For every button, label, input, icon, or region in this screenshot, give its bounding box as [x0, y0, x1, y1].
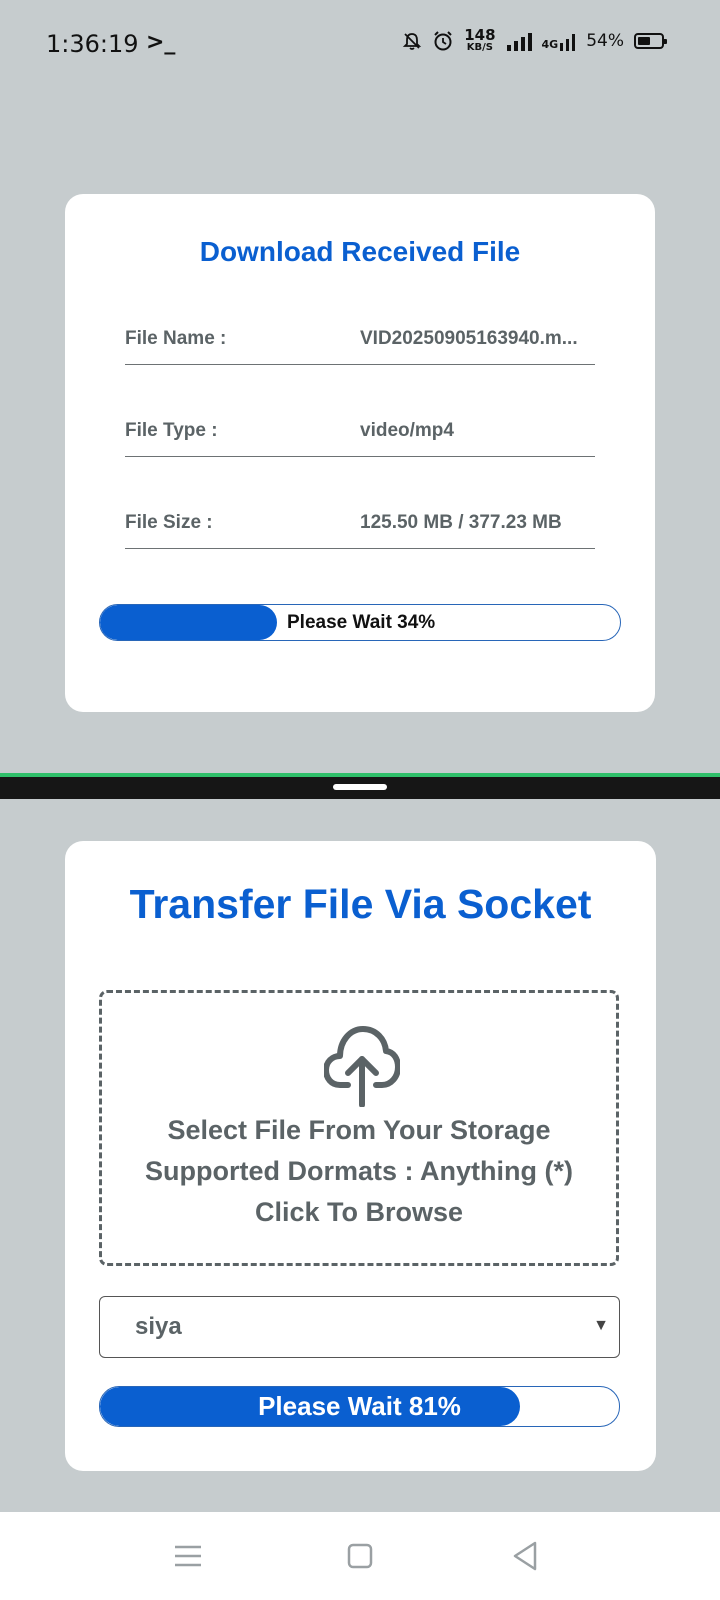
net-speed-value: 148 [464, 26, 496, 44]
file-size-value: 125.50 MB / 377.23 MB [360, 512, 562, 533]
network-type: 4G [542, 31, 577, 51]
download-progress-text: Please Wait 34% [287, 611, 436, 633]
file-size-label: File Size : [125, 512, 213, 533]
file-type-row: File Type : video/mp4 [125, 416, 595, 457]
transfer-card: Transfer File Via Socket Select File Fro… [65, 841, 656, 1471]
file-type-label: File Type : [125, 420, 218, 441]
drop-zone-line-formats: Supported Dormats : Anything (*) [145, 1156, 573, 1186]
download-card: Download Received File File Name : VID20… [65, 194, 655, 712]
signal-4g-icon [560, 33, 576, 51]
upload-progress-text: Please Wait 81% [258, 1391, 461, 1421]
signal-icon [506, 32, 532, 51]
mute-bell-icon [403, 32, 422, 50]
dropdown-arrow-icon: ▼ [593, 1317, 609, 1334]
drop-zone-line-select: Select File From Your Storage [167, 1115, 551, 1145]
upload-progress-bar: Please Wait 81% [99, 1386, 620, 1427]
alarm-icon [434, 30, 452, 50]
recipient-select-value: siya [135, 1313, 182, 1340]
battery-icon [634, 32, 667, 49]
file-size-row: File Size : 125.50 MB / 377.23 MB [125, 508, 595, 549]
status-bar: 1:36:19 >_ 148 KB/S 4G 54% [0, 0, 720, 88]
recipient-select[interactable]: siya ▼ [99, 1296, 620, 1358]
net-speed: 148 KB/S [464, 28, 495, 53]
terminal-icon: >_ [146, 30, 176, 55]
back-icon[interactable] [504, 1534, 548, 1578]
divider-accent-line [0, 773, 720, 777]
split-screen-divider[interactable] [0, 773, 720, 799]
cloud-upload-icon [324, 1026, 400, 1107]
file-name-row: File Name : VID20250905163940.m... [125, 324, 595, 365]
battery-percent: 54% [586, 30, 624, 51]
download-progress-fill [100, 605, 277, 640]
home-icon[interactable] [338, 1534, 382, 1578]
file-type-value: video/mp4 [360, 420, 454, 441]
file-name-value: VID20250905163940.m... [360, 328, 578, 349]
network-type-label: 4G [541, 37, 559, 51]
file-drop-zone[interactable]: Select File From Your Storage Supported … [99, 990, 619, 1266]
download-title: Download Received File [199, 236, 521, 267]
status-icons: 148 KB/S 4G 54% [402, 28, 667, 53]
file-name-label: File Name : [125, 328, 227, 349]
net-speed-unit: KB/S [466, 42, 493, 53]
status-time: 1:36:19 [46, 30, 139, 58]
system-nav-bar [0, 1512, 720, 1600]
transfer-title: Transfer File Via Socket [129, 881, 592, 927]
download-progress-bar: Please Wait 34% [99, 604, 621, 641]
divider-drag-handle[interactable] [333, 784, 387, 790]
menu-icon[interactable] [166, 1534, 210, 1578]
drop-zone-line-browse: Click To Browse [254, 1197, 464, 1227]
